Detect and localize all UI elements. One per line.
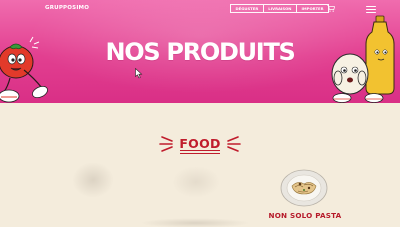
hero-banner: GRUPPOSIMO DÉGUSTER LIVRAISON IMPORTER N… [0, 0, 400, 103]
mozzarella-bottle-mascot-illustration [331, 15, 395, 103]
page-bottom-edge [0, 227, 400, 243]
food-heading-text: FOOD [179, 136, 221, 151]
hamburger-menu-icon[interactable] [366, 6, 376, 13]
site-logo[interactable]: GRUPPOSIMO [45, 5, 89, 11]
product-name-non-solo-pasta[interactable]: NON SOLO PASTA [262, 211, 348, 220]
food-category-heading: FOOD [158, 131, 242, 157]
nav-livraison[interactable]: LIVRAISON [263, 4, 297, 13]
cart-icon[interactable] [327, 5, 335, 12]
blurred-product-image [72, 162, 114, 198]
pasta-dish-image[interactable] [280, 168, 328, 208]
blurred-product-image [172, 166, 220, 198]
products-section [0, 103, 400, 227]
top-navigation: DÉGUSTER LIVRAISON IMPORTER [230, 4, 330, 13]
nav-importer[interactable]: IMPORTER [296, 4, 330, 13]
heading-underline [180, 150, 220, 152]
heading-underline [180, 152, 220, 154]
nav-deguster[interactable]: DÉGUSTER [230, 4, 264, 13]
mouse-cursor-icon [135, 68, 143, 79]
